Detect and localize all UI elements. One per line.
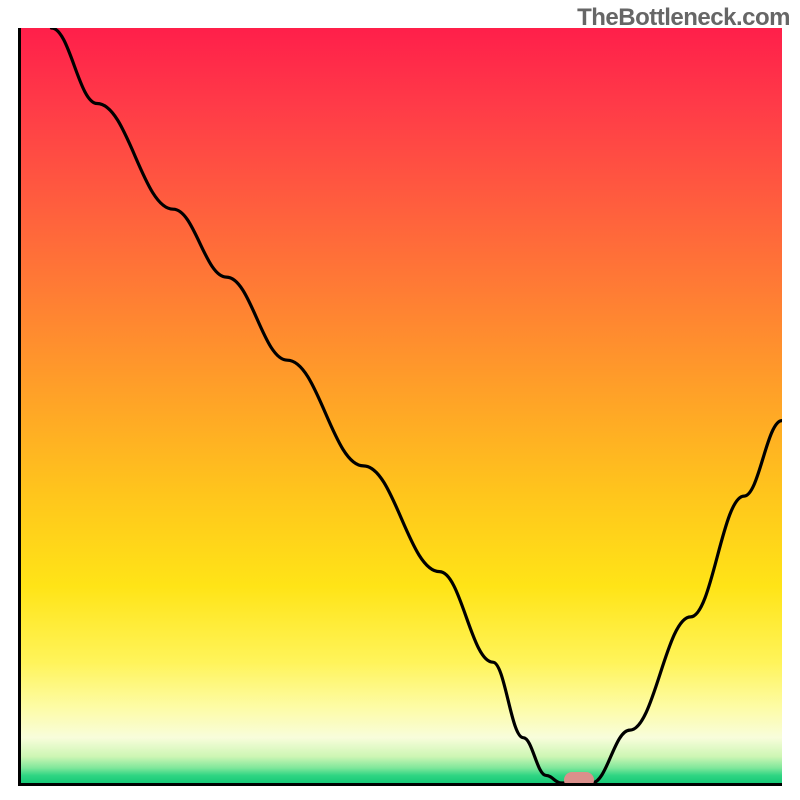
chart-container: TheBottleneck.com: [0, 0, 800, 800]
plot-area: [18, 28, 782, 786]
bottleneck-curve: [51, 28, 782, 783]
curve-svg: [21, 28, 782, 783]
minimum-marker: [564, 772, 594, 786]
